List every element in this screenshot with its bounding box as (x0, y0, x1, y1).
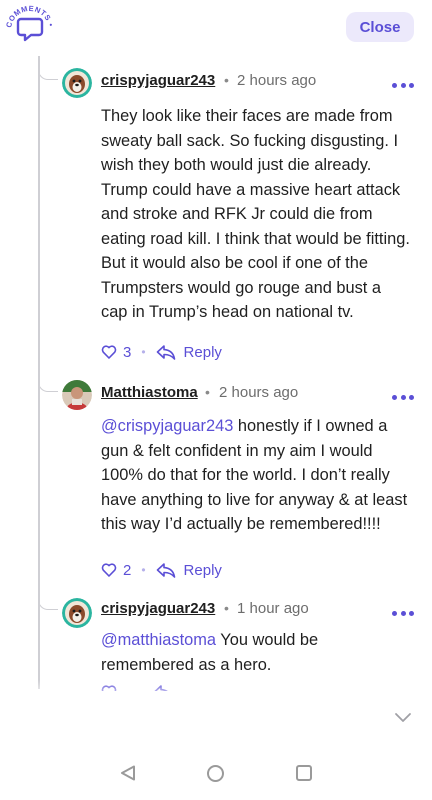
username[interactable]: crispyjaguar243 (101, 600, 215, 617)
recents-square-icon[interactable] (296, 765, 312, 781)
heart-icon[interactable] (101, 344, 117, 360)
reply-arrow-icon[interactable] (156, 344, 176, 360)
comments-logo-icon: COMMENTS • COMMENTS (2, 0, 56, 42)
more-dots-icon[interactable] (392, 81, 414, 89)
svg-text:COMMENTS • COMMENTS: COMMENTS • COMMENTS (2, 0, 56, 30)
separator-dot: • (224, 600, 229, 616)
reply-button[interactable]: Reply (184, 344, 222, 361)
avatar[interactable] (62, 380, 92, 410)
mention-link[interactable]: @matthiastoma (101, 631, 216, 649)
avatar[interactable] (62, 68, 92, 98)
comment-text: They look like their faces are made from… (101, 104, 411, 325)
like-count: 2 (123, 561, 132, 579)
separator-dot: • (141, 345, 146, 359)
separator-dot: • (205, 384, 210, 400)
reply-arrow-icon[interactable] (156, 562, 176, 578)
comment-text: @matthiastoma You would be remembered as… (101, 628, 411, 677)
thread-connector (38, 594, 58, 610)
comment-body: They look like their faces are made from… (101, 107, 410, 321)
chevron-down-icon[interactable] (394, 712, 412, 724)
heart-icon[interactable] (101, 562, 117, 578)
reply-button[interactable]: Reply (184, 562, 222, 579)
comment-actions: 2 • Reply (101, 560, 222, 580)
dog-avatar-icon (62, 68, 92, 98)
dog-avatar-icon (62, 598, 92, 628)
mention-link[interactable]: @crispyjaguar243 (101, 417, 233, 435)
thread-connector (38, 64, 58, 80)
scroll-fade (0, 680, 432, 710)
more-dots-icon[interactable] (392, 609, 414, 617)
avatar[interactable] (62, 598, 92, 628)
more-dots-icon[interactable] (392, 393, 414, 401)
comment-text: @crispyjaguar243 honestly if I owned a g… (101, 414, 411, 537)
timestamp: 2 hours ago (219, 384, 299, 401)
close-button[interactable]: Close (346, 12, 414, 42)
like-count: 3 (123, 343, 132, 361)
timestamp: 1 hour ago (237, 600, 309, 617)
separator-dot: • (224, 72, 229, 88)
separator-dot: • (141, 563, 146, 577)
back-triangle-icon[interactable] (119, 765, 137, 781)
username[interactable]: Matthiastoma (101, 384, 198, 401)
home-circle-icon[interactable] (207, 765, 224, 782)
profile-photo-icon (62, 380, 92, 410)
thread-connector (38, 376, 58, 392)
header: COMMENTS • COMMENTS Close (0, 0, 432, 56)
comment-actions: 3 • Reply (101, 342, 222, 362)
username[interactable]: crispyjaguar243 (101, 72, 215, 89)
timestamp: 2 hours ago (237, 72, 317, 89)
